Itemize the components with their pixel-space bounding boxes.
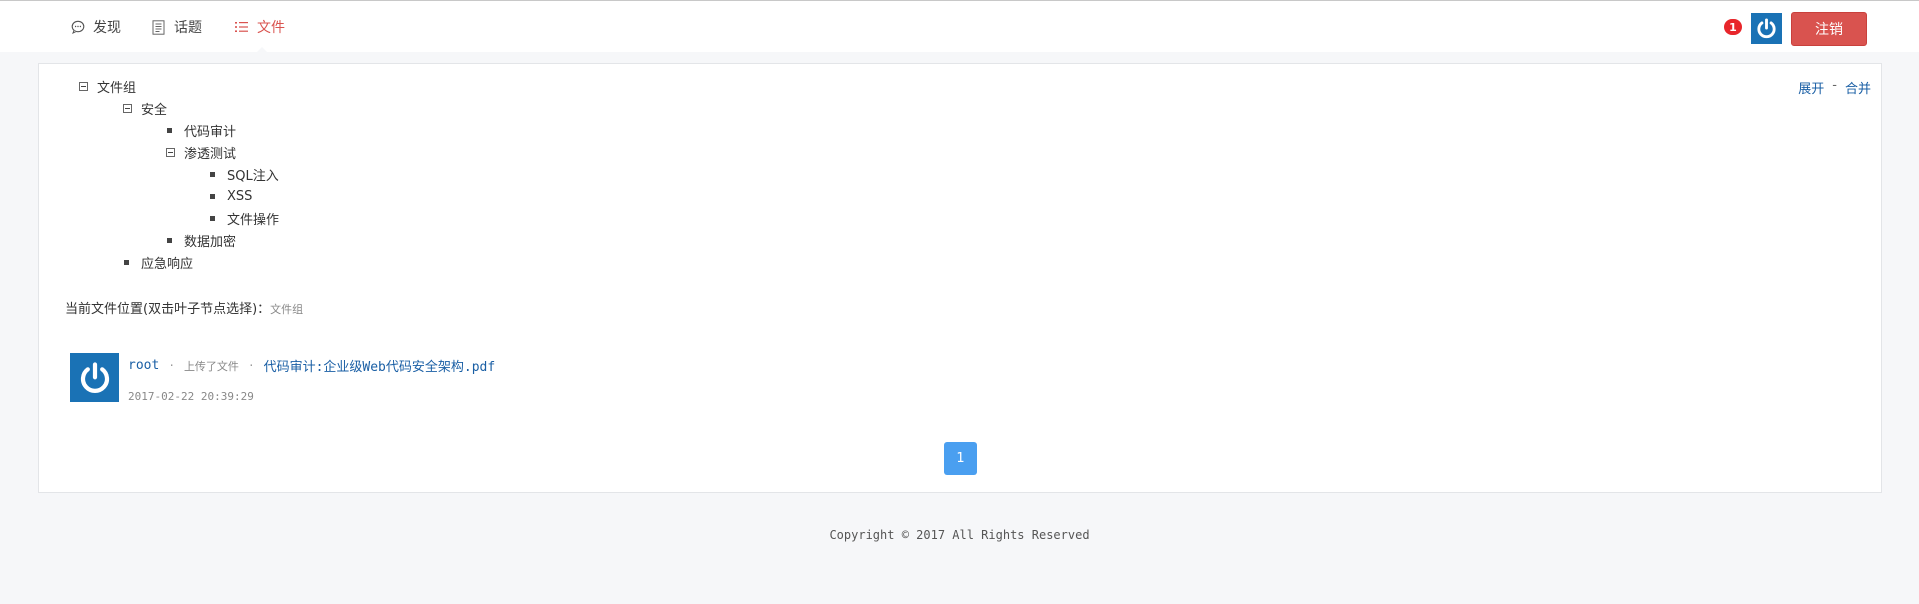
nav-topics-label: 话题 [174,20,202,36]
location-path: 文件组 [270,303,304,316]
tree-node-label: XSS [227,188,253,204]
post-user-avatar[interactable] [70,353,119,402]
location-label: 当前文件位置(双击叶子节点选择)： [65,302,271,317]
expand-all-link[interactable]: 展开 [1798,78,1824,97]
active-tab-caret [256,47,268,53]
logout-button[interactable]: 注销 [1791,12,1867,46]
nav-discover-label: 发现 [93,20,121,36]
activity-line: root · 上传了文件 · 代码审计:企业级Web代码安全架构.pdf [128,356,495,375]
document-icon [151,19,166,35]
tree-node-file-ops[interactable]: 文件操作 [208,208,279,228]
tree-node-xss[interactable]: XSS [208,186,252,206]
leaf-bullet-icon [210,215,215,221]
tree-node-label: 文件操作 [227,212,280,228]
nav-topics[interactable]: 话题 [151,17,202,37]
tree-node-security[interactable]: 安全 [123,98,167,118]
list-icon [234,20,249,35]
tree-node-label: 文件组 [97,80,137,96]
leaf-bullet-icon [210,193,215,199]
separator-dot: · [247,359,255,372]
notification-badge[interactable]: 1 [1724,19,1742,35]
post-file-link[interactable]: 代码审计:企业级Web代码安全架构.pdf [264,356,496,375]
collapse-toggle-icon[interactable] [123,103,132,113]
post-timestamp: 2017-02-22 20:39:29 [128,390,254,403]
tree-node-label: 代码审计 [184,124,237,140]
tree-node-incident-response[interactable]: 应急响应 [122,252,193,272]
post-action-text: 上传了文件 [183,359,239,373]
leaf-bullet-icon [167,237,172,243]
post-username-link[interactable]: root [128,358,159,373]
nav-files-label: 文件 [257,20,285,36]
footer-copyright: Copyright © 2017 All Rights Reserved [829,528,1090,542]
tree-node-encryption[interactable]: 数据加密 [165,230,236,250]
current-location: 当前文件位置(双击叶子节点选择)：文件组 [65,298,303,317]
nav-discover[interactable]: 发现 [70,17,121,37]
top-navbar: 发现 话题 文件 1 注销 [0,0,1919,53]
tree-node-file-group[interactable]: 文件组 [79,76,136,96]
tree-node-code-audit[interactable]: 代码审计 [165,120,236,140]
user-avatar[interactable] [1751,13,1782,44]
tree-node-label: SQL注入 [227,168,279,184]
power-icon [1757,18,1776,39]
nav-files[interactable]: 文件 [234,17,285,37]
tree-node-label: 应急响应 [141,256,194,272]
tree-controls-separator: - [1832,78,1837,93]
file-panel: 展开 - 合并 文件组 安全 代码审计 渗透测试 SQL注入 XSS 文件操作 … [38,63,1882,493]
power-icon [80,361,109,393]
pagination-page-1[interactable]: 1 [944,442,977,475]
tree-node-label: 渗透测试 [184,146,237,162]
tree-node-pentest[interactable]: 渗透测试 [166,142,236,162]
leaf-bullet-icon [167,127,172,133]
tree-node-label: 数据加密 [184,234,237,250]
collapse-toggle-icon[interactable] [79,81,88,91]
collapse-all-link[interactable]: 合并 [1845,78,1871,97]
tree-node-sql-injection[interactable]: SQL注入 [208,164,279,184]
collapse-toggle-icon[interactable] [166,147,175,157]
leaf-bullet-icon [124,259,129,265]
leaf-bullet-icon [210,171,215,177]
tree-controls: 展开 - 合并 [1798,78,1871,97]
separator-dot: · [168,359,175,372]
chat-bubble-icon [70,20,85,35]
tree-node-label: 安全 [141,102,168,118]
